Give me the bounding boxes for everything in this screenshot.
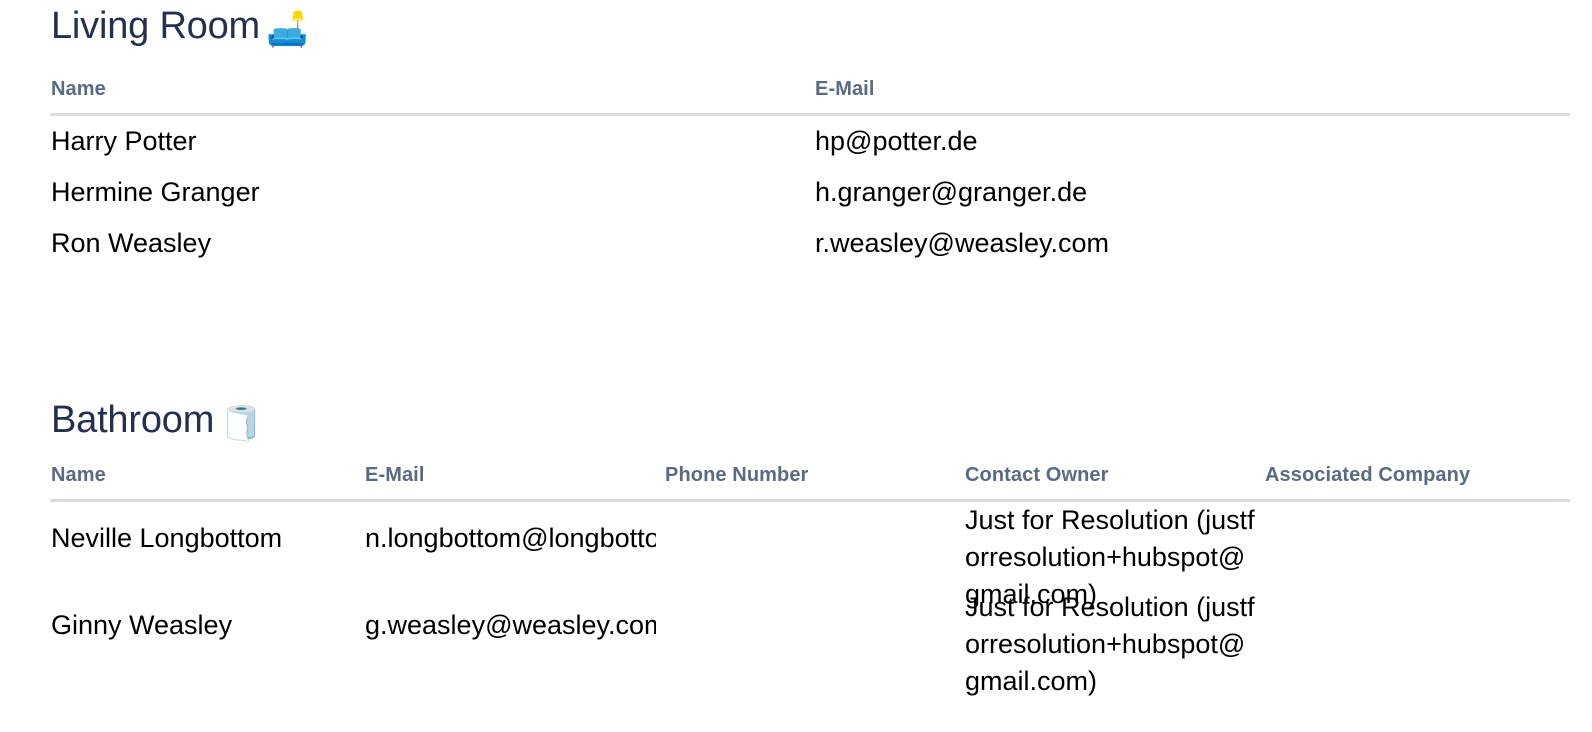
- table-row[interactable]: Hermine Granger h.granger@granger.de: [0, 167, 1592, 218]
- roll-of-paper-emoji: 🧻: [220, 404, 263, 444]
- contacts-table-bathroom: Name E-Mail Phone Number Contact Owner A…: [0, 462, 1592, 696]
- cell-contact-owner: Just for Resolution (justforresolution+h…: [965, 592, 1255, 696]
- column-header-email[interactable]: E-Mail: [365, 462, 656, 488]
- column-header-name[interactable]: Name: [51, 76, 801, 102]
- column-header-name[interactable]: Name: [51, 462, 351, 488]
- column-header-email[interactable]: E-Mail: [815, 76, 1570, 102]
- table-body: Neville Longbottom n.longbottom@longbott…: [0, 502, 1592, 696]
- table-body: Harry Potter hp@potter.de Hermine Grange…: [0, 116, 1592, 269]
- table-header-row: Name E-Mail Phone Number Contact Owner A…: [0, 462, 1592, 496]
- table-row[interactable]: Ron Weasley r.weasley@weasley.com: [0, 218, 1592, 269]
- column-header-contact-owner[interactable]: Contact Owner: [965, 462, 1259, 488]
- column-header-phone-number[interactable]: Phone Number: [665, 462, 956, 488]
- table-row[interactable]: Harry Potter hp@potter.de: [0, 116, 1592, 167]
- cell-email: r.weasley@weasley.com: [815, 228, 1110, 258]
- table-header-row: Name E-Mail: [0, 76, 1592, 110]
- cell-name: Neville Longbottom: [51, 523, 283, 553]
- cell-name: Ron Weasley: [51, 228, 212, 258]
- section-title-text: Bathroom: [51, 399, 215, 441]
- cell-email: h.granger@granger.de: [815, 177, 1088, 207]
- cell-email: g.weasley@weasley.com: [365, 610, 656, 640]
- section-heading-bathroom: Bathroom 🧻: [51, 394, 262, 450]
- table-row[interactable]: Ginny Weasley g.weasley@weasley.com Just…: [0, 589, 1592, 696]
- cell-email: n.longbottom@longbottom.de: [365, 523, 656, 553]
- cell-email: hp@potter.de: [815, 126, 978, 156]
- cell-name: Ginny Weasley: [51, 610, 233, 640]
- page-root: Living Room 🛋️ Name E-Mail Harry Potter h…: [0, 0, 1592, 732]
- section-heading-living-room: Living Room 🛋️: [51, 0, 308, 56]
- couch-and-lamp-emoji: 🛋️: [266, 10, 309, 50]
- column-header-associated-company[interactable]: Associated Company: [1265, 462, 1570, 488]
- cell-name: Harry Potter: [51, 126, 197, 156]
- table-row[interactable]: Neville Longbottom n.longbottom@longbott…: [0, 502, 1592, 609]
- section-title-text: Living Room: [51, 5, 261, 47]
- cell-name: Hermine Granger: [51, 177, 260, 207]
- contacts-table-living-room: Name E-Mail Harry Potter hp@potter.de He…: [0, 76, 1592, 258]
